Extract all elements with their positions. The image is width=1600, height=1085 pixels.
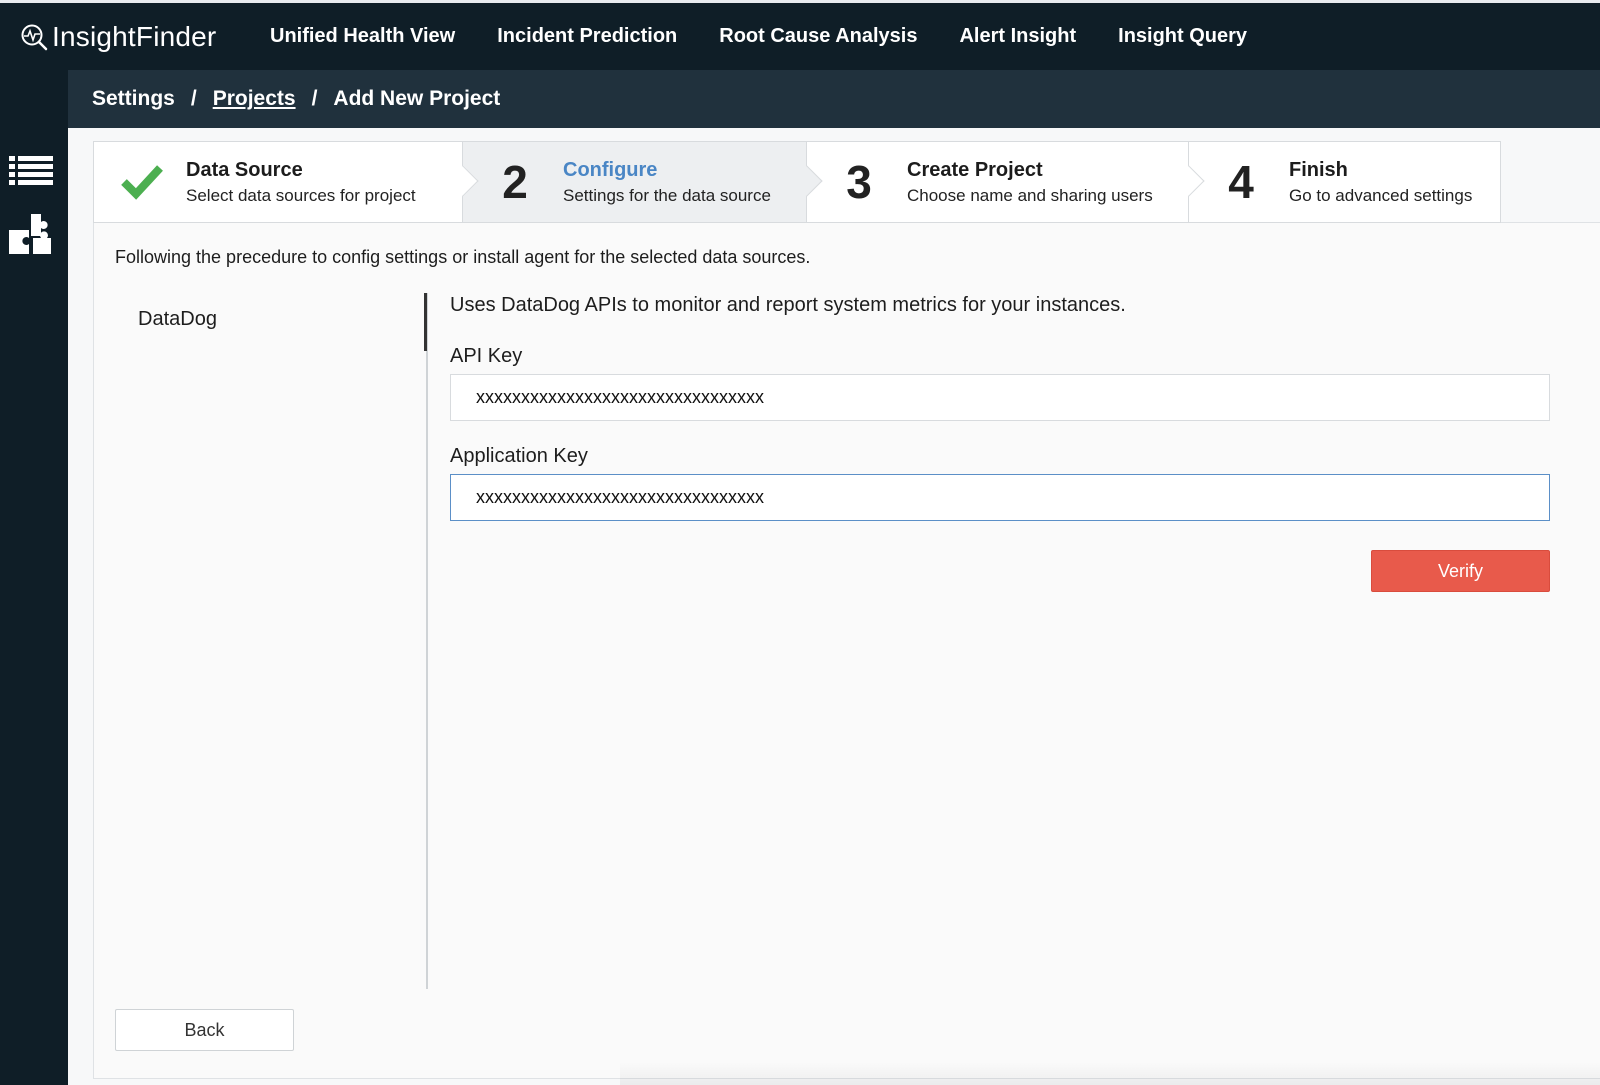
breadcrumb-current-page: Add New Project — [333, 87, 501, 110]
source-description: Uses DataDog APIs to monitor and report … — [450, 294, 1126, 316]
step-subtitle: Settings for the data source — [563, 185, 771, 205]
step-configure[interactable]: 2 Configure Settings for the data source — [463, 142, 823, 222]
verify-button[interactable]: Verify — [1371, 550, 1550, 592]
brand-name: InsightFinder — [52, 20, 217, 52]
step-data-source[interactable]: Data Source Select data sources for proj… — [94, 142, 479, 222]
instructions-text: Following the precedure to config settin… — [115, 247, 811, 267]
insightfinder-logo-icon — [21, 24, 48, 50]
active-source-indicator — [424, 293, 427, 351]
nav-root-cause-analysis[interactable]: Root Cause Analysis — [719, 25, 917, 48]
list-icon[interactable] — [9, 150, 53, 194]
brand-logo[interactable]: InsightFinder — [20, 21, 270, 53]
check-icon — [121, 165, 163, 200]
nav-alert-insight[interactable]: Alert Insight — [959, 25, 1076, 48]
step-title: Data Source — [186, 158, 303, 181]
top-nav: InsightFinder Unified Health View Incide… — [0, 0, 1600, 70]
breadcrumb-separator: / — [190, 87, 197, 110]
data-source-item-datadog[interactable]: DataDog — [138, 308, 217, 331]
breadcrumb: Settings / Projects / Add New Project — [68, 70, 1600, 128]
breadcrumb-projects-link[interactable]: Projects — [213, 87, 296, 111]
back-button[interactable]: Back — [115, 1009, 294, 1051]
api-key-label: API Key — [450, 345, 523, 367]
step-title: Finish — [1289, 158, 1348, 181]
nav-incident-prediction[interactable]: Incident Prediction — [497, 25, 677, 48]
application-key-input[interactable] — [450, 474, 1550, 521]
application-key-label: Application Key — [450, 445, 588, 467]
step-create-project[interactable]: 3 Create Project Choose name and sharing… — [807, 142, 1205, 222]
step-finish[interactable]: 4 Finish Go to advanced settings — [1189, 142, 1500, 222]
step-subtitle: Select data sources for project — [186, 185, 416, 205]
puzzle-icon[interactable] — [9, 214, 53, 258]
step-number: 3 — [846, 156, 872, 208]
sidebar — [0, 70, 68, 1085]
step-title: Create Project — [907, 158, 1043, 181]
step-title: Configure — [563, 158, 658, 181]
step-number: 2 — [502, 156, 528, 208]
breadcrumb-settings[interactable]: Settings — [92, 87, 175, 111]
api-key-input[interactable] — [450, 374, 1550, 421]
nav-insight-query[interactable]: Insight Query — [1118, 25, 1247, 48]
breadcrumb-separator: / — [311, 87, 318, 110]
wizard-stepper: Data Source Select data sources for proj… — [93, 141, 1501, 223]
nav-unified-health-view[interactable]: Unified Health View — [270, 25, 455, 48]
step-number: 4 — [1228, 156, 1254, 208]
main-nav: Unified Health View Incident Prediction … — [270, 25, 1289, 48]
content-card — [93, 222, 1600, 1079]
step-subtitle: Go to advanced settings — [1289, 185, 1473, 205]
vertical-divider — [426, 293, 428, 989]
step-subtitle: Choose name and sharing users — [907, 185, 1153, 205]
bottom-shadow — [620, 1062, 1600, 1085]
